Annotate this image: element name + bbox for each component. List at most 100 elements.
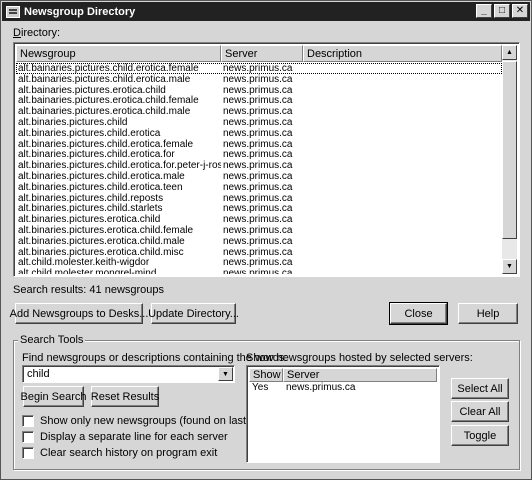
newsgroup-cell: alt.binaries.pictures.erotica.child.male <box>18 235 185 247</box>
table-row[interactable]: alt.binaries.pictures.child.erotica.male… <box>16 171 502 182</box>
newsgroup-cell: alt.binaries.pictures.child.starlets <box>18 203 163 215</box>
newsgroup-cell: alt.binaries.pictures.child.erotica.male <box>18 170 185 182</box>
option-clear-history[interactable]: Clear search history on program exit <box>22 447 217 459</box>
begin-search-button[interactable]: Begin Search <box>20 386 87 407</box>
server-cell: news.primus.ca <box>223 192 293 204</box>
checkbox[interactable] <box>22 415 34 427</box>
newsgroup-cell: alt.bainaries.pictures.erotica.child <box>18 84 166 96</box>
update-directory-label: Update Directory... <box>148 307 239 320</box>
help-label: Help <box>476 307 500 320</box>
add-newsgroups-button[interactable]: Add Newsgroups to Desks... <box>10 303 148 324</box>
table-row[interactable]: alt.binaries.pictures.child.starlets news… <box>16 203 502 214</box>
option-separate-line[interactable]: Display a separate line for each server <box>22 431 228 443</box>
table-row[interactable]: alt.bainaries.pictures.erotica.child news… <box>16 85 502 96</box>
add-newsgroups-label: Add Newsgroups to Desks... <box>9 307 149 320</box>
column-header-description[interactable]: Description <box>303 45 502 62</box>
select-all-button[interactable]: Select All <box>451 378 509 399</box>
scroll-up-button[interactable]: ▲ <box>502 45 517 60</box>
scroll-down-button[interactable]: ▼ <box>502 259 517 274</box>
table-row[interactable]: alt.binaries.pictures.erotica.child news.… <box>16 214 502 225</box>
table-row[interactable]: alt.binaries.pictures.erotica.child.male… <box>16 236 502 247</box>
description-cell <box>303 117 502 128</box>
table-row[interactable]: alt.bainaries.pictures.erotica.child.fem… <box>16 95 502 106</box>
table-row[interactable]: alt.binaries.pictures.erotica.child.misc… <box>16 247 502 258</box>
newsgroup-cell: alt.bainaries.pictures.child.erotica.fem… <box>18 63 199 74</box>
newsgroup-cell: alt.binaries.pictures.child.erotica.for.… <box>18 160 221 171</box>
table-row[interactable]: alt.binaries.pictures.child.reposts news.… <box>16 193 502 204</box>
close-button[interactable]: Close <box>389 302 448 325</box>
description-cell <box>303 74 502 85</box>
option-clear-history-label: Clear search history on program exit <box>40 447 218 459</box>
table-row[interactable]: alt.bainaries.pictures.erotica.child.mal… <box>16 106 502 117</box>
table-row[interactable]: alt.binaries.pictures.child.erotica.for n… <box>16 149 502 160</box>
scroll-thumb[interactable] <box>502 61 517 239</box>
maximize-button[interactable]: □ <box>494 4 510 18</box>
newsgroup-cell: alt.binaries.pictures.child.erotica.for <box>18 149 175 161</box>
minimize-icon: _ <box>481 5 487 16</box>
vertical-scrollbar[interactable]: ▲ ▼ <box>502 45 517 274</box>
table-row[interactable]: alt.binaries.pictures.child.erotica.for.… <box>16 160 502 171</box>
description-cell <box>303 139 502 150</box>
list-header: Newsgroup Server Description <box>16 45 502 62</box>
table-row[interactable]: alt.binaries.pictures.child news.primus.c… <box>16 117 502 128</box>
description-cell <box>303 193 502 204</box>
server-cell: news.primus.ca <box>223 84 293 96</box>
description-cell <box>303 149 502 160</box>
server-cell: news.primus.ca <box>223 170 293 182</box>
newsgroup-cell: alt.bainaries.pictures.erotica.child.mal… <box>18 106 191 117</box>
search-tools-title: Search Tools <box>18 334 86 346</box>
arrow-down-icon: ▼ <box>506 263 513 270</box>
description-cell <box>303 236 502 247</box>
list-body: alt.bainaries.pictures.child.erotica.fem… <box>16 63 502 274</box>
table-row[interactable]: alt.binaries.pictures.erotica.child.fema… <box>16 225 502 236</box>
table-row[interactable]: alt.binaries.pictures.child.erotica.teen… <box>16 182 502 193</box>
server-cell: news.primus.ca <box>223 224 293 236</box>
reset-results-button[interactable]: Reset Results <box>91 386 159 407</box>
newsgroup-cell: alt.bainaries.pictures.erotica.child.fem… <box>18 95 199 107</box>
chevron-down-icon: ▼ <box>222 370 229 378</box>
description-cell <box>303 182 502 193</box>
checkbox[interactable] <box>22 431 34 443</box>
clear-all-label: Clear All <box>459 405 501 418</box>
close-window-button[interactable]: ✕ <box>512 4 528 18</box>
server-row[interactable]: Yes news.primus.ca <box>249 382 437 394</box>
table-row[interactable]: alt.bainaries.pictures.child.erotica.mal… <box>16 74 502 85</box>
server-cell: news.primus.ca <box>223 257 293 269</box>
table-row[interactable]: alt.child.molester.keith-wigdor news.prim… <box>16 257 502 268</box>
server-cell: news.primus.ca <box>223 73 293 85</box>
description-cell <box>303 63 502 74</box>
table-row[interactable]: alt.binaries.pictures.child.erotica news.… <box>16 128 502 139</box>
description-cell <box>303 171 502 182</box>
newsgroup-cell: alt.bainaries.pictures.child.erotica.mal… <box>18 73 191 85</box>
combo-dropdown-button[interactable]: ▼ <box>218 367 233 381</box>
column-header-server-name[interactable]: Server <box>283 368 437 382</box>
update-directory-button[interactable]: Update Directory... <box>148 303 239 324</box>
newsgroup-list[interactable]: Newsgroup Server Description alt.bainari… <box>13 42 520 277</box>
table-row[interactable]: alt.binaries.pictures.child.erotica.fema… <box>16 139 502 150</box>
checkbox[interactable] <box>22 447 34 459</box>
server-cell: news.primus.ca <box>223 235 293 247</box>
minimize-button[interactable]: _ <box>476 4 492 18</box>
table-row[interactable]: alt.child.molester.mongrel-mind news.prim… <box>16 268 502 274</box>
toggle-button[interactable]: Toggle <box>451 425 509 446</box>
column-header-newsgroup[interactable]: Newsgroup <box>16 45 221 62</box>
toggle-label: Toggle <box>463 429 497 442</box>
newsgroup-cell: alt.binaries.pictures.child.reposts <box>18 192 164 204</box>
column-header-show[interactable]: Show <box>249 368 283 382</box>
table-row[interactable]: alt.bainaries.pictures.child.erotica.fem… <box>16 63 502 74</box>
server-cell: news.primus.ca <box>223 106 293 117</box>
search-combobox[interactable]: child ▼ <box>22 365 235 383</box>
description-cell <box>303 128 502 139</box>
clear-all-button[interactable]: Clear All <box>451 401 509 422</box>
server-list[interactable]: Show Server Yes news.primus.ca <box>246 365 440 463</box>
column-header-server[interactable]: Server <box>221 45 303 62</box>
search-query: child <box>27 368 50 380</box>
begin-search-label: Begin Search <box>20 390 87 403</box>
server-cell: news.primus.ca <box>223 203 293 215</box>
server-list-header: Show Server <box>249 368 437 382</box>
help-button[interactable]: Help <box>458 303 518 324</box>
server-cell: news.primus.ca <box>223 138 293 150</box>
title-bar[interactable]: Newsgroup Directory _ □ ✕ <box>2 2 530 21</box>
description-cell <box>303 225 502 236</box>
description-cell <box>303 95 502 106</box>
